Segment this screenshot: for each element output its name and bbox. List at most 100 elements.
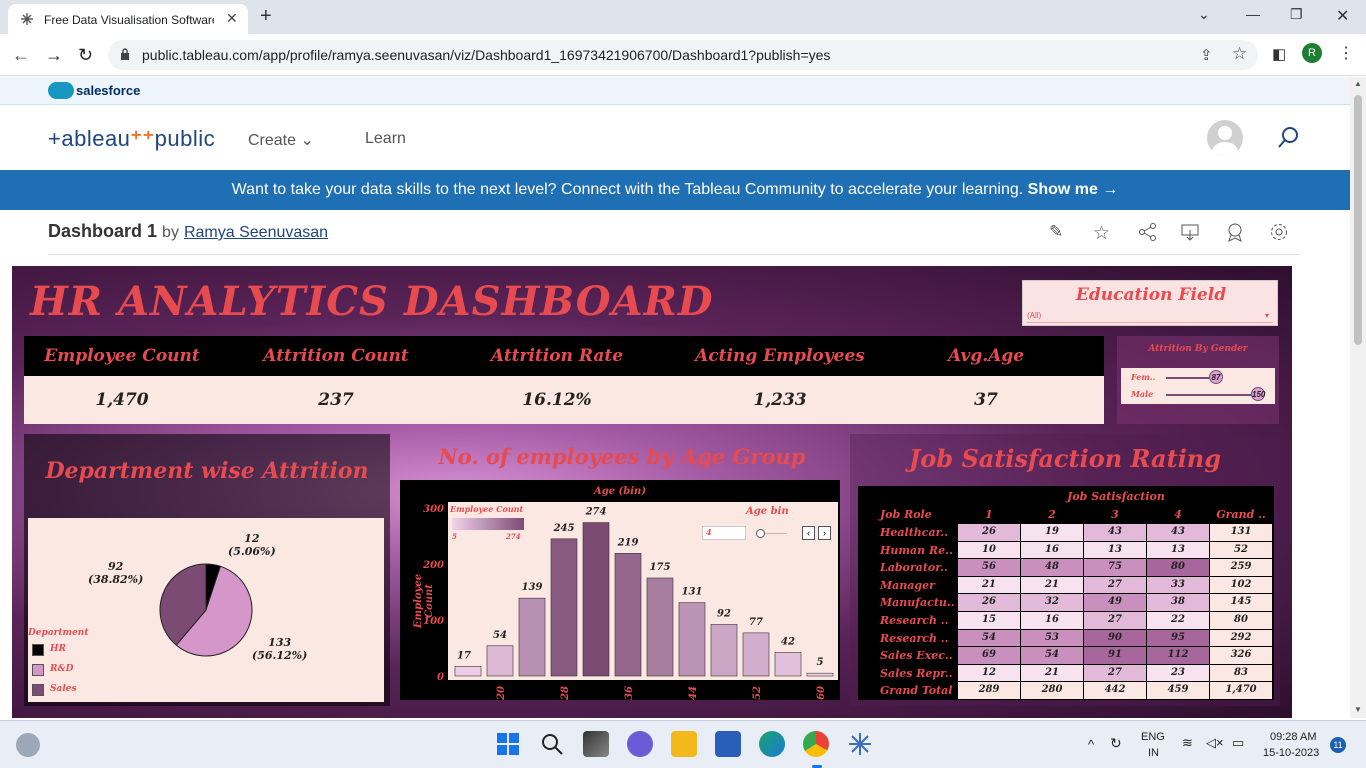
- reload-icon[interactable]: ↻: [78, 45, 93, 66]
- tab-search-icon[interactable]: ⌄: [1198, 6, 1210, 23]
- minimize-icon[interactable]: —: [1246, 6, 1260, 22]
- region-label[interactable]: IN: [1148, 747, 1159, 759]
- job-cell[interactable]: 15: [958, 612, 1020, 629]
- legend-label-hr[interactable]: HR: [50, 644, 66, 654]
- job-cell[interactable]: 49: [1084, 594, 1146, 611]
- learn-menu[interactable]: Learn: [365, 130, 406, 148]
- bookmark-star-icon[interactable]: ☆: [1232, 44, 1247, 64]
- age-bar[interactable]: [518, 597, 546, 677]
- show-me-link[interactable]: Show me →: [1028, 181, 1119, 198]
- age-bar[interactable]: [454, 666, 482, 677]
- new-tab-button[interactable]: +: [260, 5, 272, 28]
- job-cell[interactable]: 48: [1021, 559, 1083, 576]
- job-cell[interactable]: 292: [1210, 629, 1272, 647]
- badge-icon[interactable]: [1225, 222, 1245, 242]
- job-cell[interactable]: 26: [958, 524, 1020, 541]
- education-field-filter[interactable]: Education Field (All) ▾: [1022, 280, 1278, 326]
- url-bar[interactable]: public.tableau.com/app/profile/ramya.see…: [108, 40, 1258, 70]
- gender-dot-male[interactable]: 150: [1251, 387, 1265, 401]
- job-cell[interactable]: 23: [1147, 664, 1209, 682]
- teams-chat-icon[interactable]: [627, 731, 653, 757]
- next-arrow-icon[interactable]: ›: [818, 526, 831, 540]
- age-bin-input[interactable]: 4: [702, 526, 746, 540]
- job-cell[interactable]: 289: [958, 682, 1020, 699]
- job-cell[interactable]: 43: [1147, 524, 1209, 541]
- job-cell[interactable]: 112: [1147, 647, 1209, 664]
- browser-tab[interactable]: Free Data Visualisation Software ✕: [8, 4, 248, 34]
- clock-date[interactable]: 15-10-2023: [1263, 747, 1319, 759]
- job-cell[interactable]: 95: [1147, 629, 1209, 647]
- job-cell[interactable]: 80: [1210, 612, 1272, 629]
- job-cell[interactable]: 12: [958, 664, 1020, 682]
- job-cell[interactable]: 56: [958, 559, 1020, 576]
- age-bar[interactable]: [646, 577, 674, 677]
- create-menu[interactable]: Create ⌄: [248, 130, 314, 150]
- job-cell[interactable]: 27: [1084, 664, 1146, 682]
- job-satisfaction-table[interactable]: Job Satisfaction Job Role 1 2 3 4 Grand .. He…: [858, 486, 1274, 700]
- side-panel-icon[interactable]: ◧: [1272, 45, 1286, 63]
- job-cell[interactable]: 83: [1210, 664, 1272, 682]
- job-cell[interactable]: 54: [1021, 647, 1083, 664]
- job-cell[interactable]: 80: [1147, 559, 1209, 576]
- age-bar[interactable]: [742, 632, 770, 677]
- store-icon[interactable]: [715, 731, 741, 757]
- job-cell[interactable]: 43: [1084, 524, 1146, 541]
- job-cell[interactable]: 13: [1084, 541, 1146, 559]
- clock-time[interactable]: 09:28 AM: [1270, 731, 1316, 743]
- job-cell[interactable]: 10: [958, 541, 1020, 559]
- job-cell[interactable]: 16: [1021, 541, 1083, 559]
- job-cell[interactable]: 19: [1021, 524, 1083, 541]
- task-view-icon[interactable]: [583, 731, 609, 757]
- job-cell[interactable]: 1,470: [1210, 682, 1272, 699]
- age-bar[interactable]: [486, 645, 514, 677]
- job-cell[interactable]: 16: [1021, 612, 1083, 629]
- favorite-star-icon[interactable]: ☆: [1093, 222, 1113, 244]
- age-bar[interactable]: [550, 538, 578, 677]
- battery-icon[interactable]: ▭: [1232, 735, 1244, 751]
- job-cell[interactable]: 21: [1021, 664, 1083, 682]
- profile-avatar[interactable]: R: [1302, 43, 1322, 63]
- age-bar-chart-area[interactable]: Age (bin) 0 100 200 300 17 54 139 245 274 219 175 1…: [400, 480, 840, 700]
- download-icon[interactable]: [1180, 222, 1200, 242]
- volume-icon[interactable]: ◁×: [1206, 735, 1224, 751]
- chrome-icon[interactable]: [803, 731, 829, 757]
- network-sync-icon[interactable]: ↻: [1110, 735, 1122, 752]
- age-bin-slider-track[interactable]: [765, 533, 787, 534]
- user-avatar[interactable]: [1207, 120, 1243, 156]
- age-bar[interactable]: [614, 553, 642, 677]
- job-cell[interactable]: 90: [1084, 629, 1146, 647]
- age-bar[interactable]: [678, 602, 706, 677]
- wifi-icon[interactable]: ≋: [1182, 735, 1193, 751]
- gender-chart[interactable]: Fem.. 87 Male 150: [1121, 368, 1275, 404]
- job-cell[interactable]: 26: [958, 594, 1020, 611]
- job-cell[interactable]: 131: [1210, 524, 1272, 541]
- age-bar[interactable]: [710, 624, 738, 677]
- age-bin-slider-handle[interactable]: [756, 529, 765, 538]
- edge-icon[interactable]: [759, 731, 785, 757]
- scroll-up-icon[interactable]: ▲: [1354, 79, 1362, 88]
- forward-icon[interactable]: →: [45, 45, 63, 66]
- job-cell[interactable]: 21: [958, 576, 1020, 594]
- job-cell[interactable]: 52: [1210, 541, 1272, 559]
- tray-chevron-icon[interactable]: ^: [1088, 737, 1094, 752]
- close-tab-icon[interactable]: ✕: [226, 10, 238, 27]
- department-pie-area[interactable]: 12 (5.06%) 92 (38.82%) 133 (56.12%) Departm…: [28, 518, 384, 702]
- close-window-icon[interactable]: ✕: [1336, 6, 1349, 26]
- job-cell[interactable]: 102: [1210, 576, 1272, 594]
- job-cell[interactable]: 91: [1084, 647, 1146, 664]
- search-icon[interactable]: [1276, 126, 1300, 150]
- job-cell[interactable]: 75: [1084, 559, 1146, 576]
- job-cell[interactable]: 27: [1084, 612, 1146, 629]
- windows-start-icon[interactable]: [495, 731, 521, 757]
- scrollbar-thumb[interactable]: [1354, 95, 1362, 345]
- department-pie-chart[interactable]: [158, 562, 254, 658]
- job-cell[interactable]: 38: [1147, 594, 1209, 611]
- file-explorer-icon[interactable]: [671, 731, 697, 757]
- gender-dot-female[interactable]: 87: [1209, 370, 1223, 384]
- author-link[interactable]: Ramya Seenuvasan: [184, 224, 328, 241]
- tableau-app-icon[interactable]: [847, 731, 873, 757]
- job-cell[interactable]: 259: [1210, 559, 1272, 576]
- tableau-public-logo[interactable]: +ableau⁺⁺public: [48, 126, 215, 152]
- back-icon[interactable]: ←: [12, 45, 30, 66]
- language-label[interactable]: ENG: [1141, 731, 1165, 743]
